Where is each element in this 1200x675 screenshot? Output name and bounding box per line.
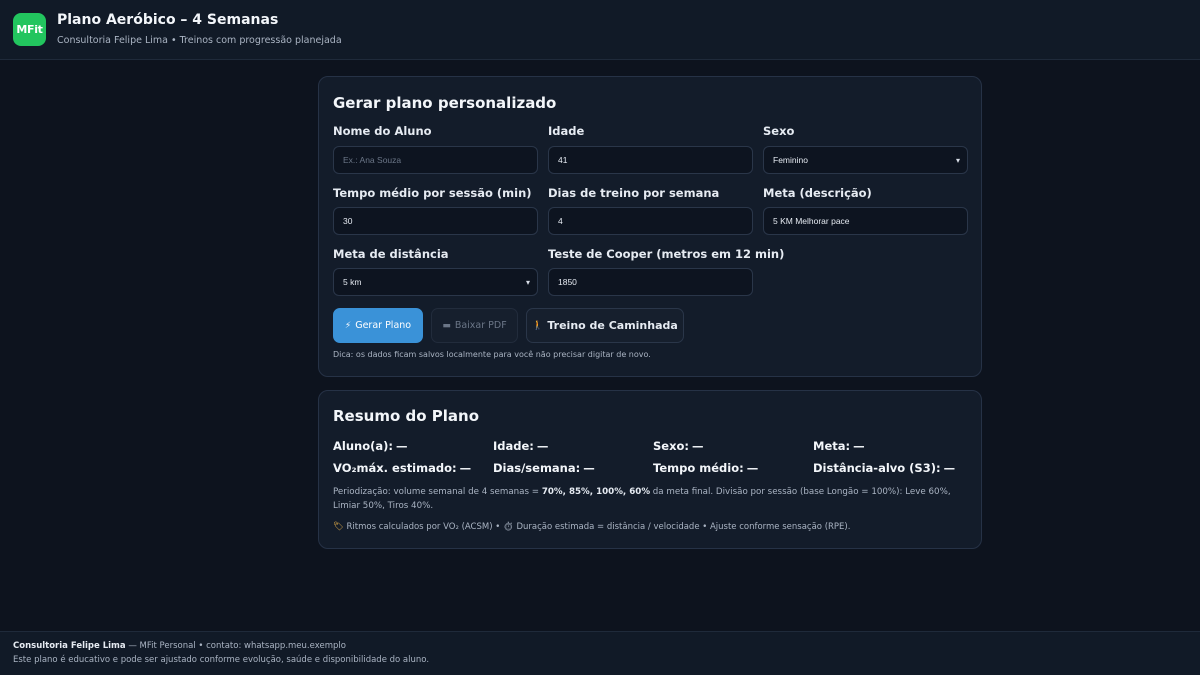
plan-form-card: Gerar plano personalizado Nome do Aluno … xyxy=(318,76,982,377)
cooper-input[interactable]: 1850 xyxy=(548,268,753,296)
mfit-logo: MFit xyxy=(13,13,46,46)
summary-aluno: Aluno(a): — xyxy=(333,439,408,453)
notes-text-2: Duração estimada = distância / velocidad… xyxy=(513,522,851,532)
summary-tempo-value: — xyxy=(746,461,759,475)
cooper-label: Teste de Cooper (metros em 12 min) xyxy=(548,247,785,261)
dias-label: Dias de treino por semana xyxy=(548,186,720,200)
sexo-select[interactable]: Feminino ▾ xyxy=(763,146,968,174)
plan-summary-card: Resumo do Plano Aluno(a): — Idade: — Sexo:… xyxy=(318,390,982,549)
footer-line-2: Este plano é educativo e pode ser ajusta… xyxy=(13,655,430,665)
chevron-down-icon: ▾ xyxy=(525,278,530,287)
meta-input[interactable]: 5 KM Melhorar pace xyxy=(763,207,968,235)
tempo-input[interactable]: 30 xyxy=(333,207,538,235)
nome-label: Nome do Aluno xyxy=(333,124,432,138)
summary-dias: Dias/semana: — xyxy=(493,461,595,475)
summary-sexo: Sexo: — xyxy=(653,439,704,453)
summary-vo2: VO₂máx. estimado: — xyxy=(333,461,471,475)
periodization-prefix: Periodização: volume semanal de 4 semana… xyxy=(333,487,542,497)
meta-distancia-label: Meta de distância xyxy=(333,247,449,261)
summary-notes: 🏷 Ritmos calculados por VO₂ (ACSM) • ⏱ D… xyxy=(333,522,850,532)
summary-dias-value: — xyxy=(583,461,595,475)
walking-icon: 🚶 xyxy=(532,320,544,331)
meta-distancia-value: 5 km xyxy=(343,277,362,287)
idade-label: Idade xyxy=(548,124,585,138)
app-title: Plano Aeróbico – 4 Semanas xyxy=(57,12,279,28)
summary-aluno-label: Aluno(a): xyxy=(333,439,393,453)
summary-vo2-label: VO₂máx. estimado: xyxy=(333,461,457,475)
periodization-bold: 70%, 85%, 100%, 60% xyxy=(541,487,651,497)
summary-idade-label: Idade: xyxy=(493,439,534,453)
summary-idade: Idade: — xyxy=(493,439,548,453)
app-footer: Consultoria Felipe Lima — MFit Personal … xyxy=(0,631,1200,675)
app-subtitle: Consultoria Felipe Lima • Treinos com pr… xyxy=(57,35,342,46)
footer-line-1: Consultoria Felipe Lima — MFit Personal … xyxy=(13,641,346,651)
form-title: Gerar plano personalizado xyxy=(333,94,557,112)
summary-distancia-label: Distância-alvo (S3): xyxy=(813,461,941,475)
nome-input[interactable]: Ex.: Ana Souza xyxy=(333,146,538,174)
summary-sexo-value: — xyxy=(692,439,704,453)
summary-distancia: Distância-alvo (S3): — xyxy=(813,461,955,475)
footer-contact: — MFit Personal • contato: whatsapp.meu.… xyxy=(125,641,346,651)
summary-tempo-label: Tempo médio: xyxy=(653,461,744,475)
summary-tempo: Tempo médio: — xyxy=(653,461,758,475)
download-icon: ▬ xyxy=(442,320,451,331)
lightning-icon: ⚡ xyxy=(344,320,352,331)
sexo-select-value: Feminino xyxy=(773,155,808,165)
summary-meta-label: Meta: xyxy=(813,439,851,453)
sexo-label: Sexo xyxy=(763,124,795,138)
form-hint: Dica: os dados ficam salvos localmente p… xyxy=(333,350,651,359)
app-header: MFit Plano Aeróbico – 4 Semanas Consulto… xyxy=(0,0,1200,60)
gerar-plano-button[interactable]: ⚡ Gerar Plano xyxy=(333,308,423,343)
summary-dias-label: Dias/semana: xyxy=(493,461,581,475)
summary-vo2-value: — xyxy=(459,461,472,475)
meta-label: Meta (descrição) xyxy=(763,186,872,200)
baixar-pdf-button[interactable]: ▬ Baixar PDF xyxy=(431,308,518,343)
summary-sexo-label: Sexo: xyxy=(653,439,689,453)
treino-caminhada-button[interactable]: 🚶 Treino de Caminhada xyxy=(526,308,684,343)
summary-meta-value: — xyxy=(853,439,865,453)
summary-distancia-value: — xyxy=(943,461,956,475)
summary-idade-value: — xyxy=(536,439,549,453)
summary-title: Resumo do Plano xyxy=(333,407,479,425)
summary-aluno-value: — xyxy=(396,439,408,453)
gerar-plano-label: Gerar Plano xyxy=(355,320,412,331)
chevron-down-icon: ▾ xyxy=(955,156,960,165)
baixar-pdf-label: Baixar PDF xyxy=(454,320,507,331)
idade-input[interactable]: 41 xyxy=(548,146,753,174)
tag-icon: 🏷 xyxy=(333,522,344,532)
tempo-label: Tempo médio por sessão (min) xyxy=(333,186,532,200)
footer-brand: Consultoria Felipe Lima xyxy=(13,641,126,651)
dias-input[interactable]: 4 xyxy=(548,207,753,235)
notes-text-1: Ritmos calculados por VO₂ (ACSM) • xyxy=(343,522,503,532)
summary-meta: Meta: — xyxy=(813,439,865,453)
meta-distancia-select[interactable]: 5 km ▾ xyxy=(333,268,538,296)
treino-caminhada-label: Treino de Caminhada xyxy=(547,319,678,332)
stopwatch-icon: ⏱ xyxy=(502,522,514,532)
periodization-text: Periodização: volume semanal de 4 semana… xyxy=(333,485,973,513)
